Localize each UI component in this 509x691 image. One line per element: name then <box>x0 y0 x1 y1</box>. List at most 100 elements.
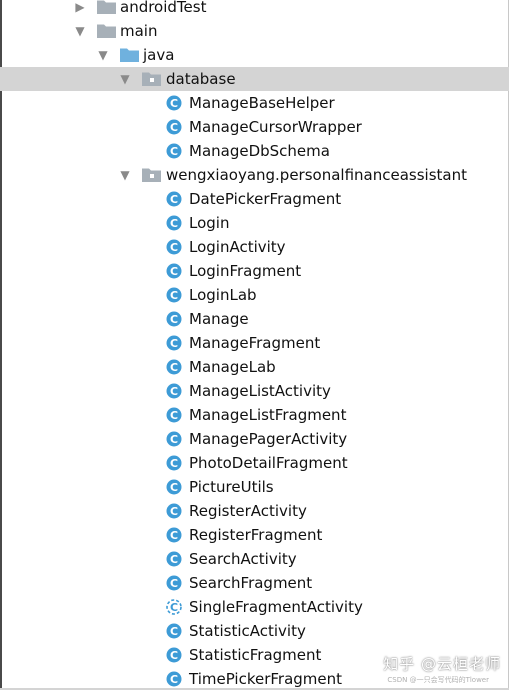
svg-text:C: C <box>170 481 178 494</box>
chevron-down-icon[interactable]: ▼ <box>118 167 132 183</box>
java-class-icon: C <box>166 287 182 303</box>
tree-item-class[interactable]: C PhotoDetailFragment <box>0 451 509 475</box>
svg-text:C: C <box>170 385 178 398</box>
tree-item-label: Manage <box>189 310 249 328</box>
package-icon <box>142 167 161 182</box>
tree-item-label: RegisterFragment <box>189 526 323 544</box>
java-class-icon: C <box>166 335 182 351</box>
tree-item-class[interactable]: C ManageListActivity <box>0 379 509 403</box>
svg-text:C: C <box>170 217 178 230</box>
tree-item-label: TimePickerFragment <box>189 670 343 688</box>
svg-text:C: C <box>170 601 178 614</box>
tree-item-class[interactable]: C RegisterFragment <box>0 523 509 547</box>
tree-item-label: StatisticActivity <box>189 622 306 640</box>
tree-item-class[interactable]: C SearchFragment <box>0 571 509 595</box>
java-class-icon: C <box>166 383 182 399</box>
watermark: 知乎 @云桓老师 <box>383 655 501 673</box>
tree-item-class[interactable]: C ManageLab <box>0 355 509 379</box>
svg-text:C: C <box>170 673 178 686</box>
project-tree[interactable]: ▶ androidTest ▼ main ▼ java ▼ database C ManageBa… <box>0 0 509 691</box>
package-icon <box>142 71 161 86</box>
svg-text:C: C <box>170 121 178 134</box>
tree-item-class[interactable]: C SearchActivity <box>0 547 509 571</box>
svg-text:C: C <box>170 265 178 278</box>
java-class-icon: C <box>166 455 182 471</box>
svg-text:C: C <box>170 433 178 446</box>
tree-item-class[interactable]: C ManagePagerActivity <box>0 427 509 451</box>
java-class-icon: C <box>166 191 182 207</box>
java-class-icon: C <box>166 215 182 231</box>
svg-text:C: C <box>170 313 178 326</box>
tree-item-label: LoginActivity <box>189 238 286 256</box>
chevron-down-icon[interactable]: ▼ <box>118 71 132 87</box>
tree-item-class[interactable]: C RegisterActivity <box>0 499 509 523</box>
tree-item-label: ManageLab <box>189 358 276 376</box>
svg-text:C: C <box>170 145 178 158</box>
svg-text:C: C <box>170 361 178 374</box>
tree-item-class[interactable]: C ManageDbSchema <box>0 139 509 163</box>
tree-item-label: androidTest <box>120 0 207 16</box>
java-class-icon: C <box>166 527 182 543</box>
tree-item-label: Login <box>189 214 230 232</box>
tree-item-class[interactable]: C SingleFragmentActivity <box>0 595 509 619</box>
svg-text:C: C <box>170 289 178 302</box>
tree-item-class[interactable]: C Login <box>0 211 509 235</box>
tree-item-package[interactable]: ▼ wengxiaoyang.personalfinanceassistant <box>0 163 509 187</box>
tree-item-class[interactable]: C DatePickerFragment <box>0 187 509 211</box>
svg-text:C: C <box>170 241 178 254</box>
svg-text:C: C <box>170 97 178 110</box>
tree-item-source-folder[interactable]: ▼ java <box>0 43 509 67</box>
java-class-icon: C <box>166 671 182 687</box>
svg-text:C: C <box>170 577 178 590</box>
svg-text:C: C <box>170 409 178 422</box>
java-class-icon: C <box>166 431 182 447</box>
tree-item-package[interactable]: ▼ database <box>0 67 509 91</box>
tree-item-class[interactable]: C LoginActivity <box>0 235 509 259</box>
java-class-icon: C <box>166 359 182 375</box>
java-class-icon: C <box>166 311 182 327</box>
tree-item-label: SingleFragmentActivity <box>189 598 363 616</box>
chevron-down-icon[interactable]: ▼ <box>96 47 110 63</box>
watermark-small: CSDN @一只会写代码的Tlower <box>387 676 489 684</box>
java-class-icon: C <box>166 119 182 135</box>
tree-item-label: ManageDbSchema <box>189 142 330 160</box>
tree-item-label: SearchFragment <box>189 574 313 592</box>
tree-item-class[interactable]: C ManageCursorWrapper <box>0 115 509 139</box>
tree-item-class[interactable]: C ManageFragment <box>0 331 509 355</box>
java-class-icon: C <box>166 407 182 423</box>
folder-icon <box>97 0 116 14</box>
tree-item-class[interactable]: C Manage <box>0 307 509 331</box>
tree-item-label: ManageBaseHelper <box>189 94 335 112</box>
tree-item-label: ManagePagerActivity <box>189 430 348 448</box>
tree-item-label: ManageCursorWrapper <box>189 118 362 136</box>
tree-item-class[interactable]: C PictureUtils <box>0 475 509 499</box>
tree-item-class[interactable]: C LoginFragment <box>0 259 509 283</box>
tree-item-class[interactable]: C StatisticActivity <box>0 619 509 643</box>
tree-item-class[interactable]: C LoginLab <box>0 283 509 307</box>
svg-text:C: C <box>170 625 178 638</box>
java-abstract-class-icon: C <box>166 599 182 615</box>
java-class-icon: C <box>166 143 182 159</box>
svg-text:C: C <box>170 505 178 518</box>
folder-icon <box>97 23 116 38</box>
tree-item-class[interactable]: C ManageListFragment <box>0 403 509 427</box>
svg-text:C: C <box>170 337 178 350</box>
tree-item-label: LoginLab <box>189 286 257 304</box>
tree-item-folder[interactable]: ▼ main <box>0 19 509 43</box>
svg-text:C: C <box>170 553 178 566</box>
tree-item-label: ManageFragment <box>189 334 321 352</box>
tree-item-label: SearchActivity <box>189 550 297 568</box>
tree-item-label: PictureUtils <box>189 478 274 496</box>
java-class-icon: C <box>166 479 182 495</box>
tree-item-label: LoginFragment <box>189 262 302 280</box>
chevron-down-icon[interactable]: ▼ <box>73 23 87 39</box>
tree-item-folder[interactable]: ▶ androidTest <box>0 0 509 19</box>
chevron-right-icon[interactable]: ▶ <box>73 0 87 15</box>
tree-item-label: DatePickerFragment <box>189 190 342 208</box>
svg-text:C: C <box>170 193 178 206</box>
tree-item-label: java <box>143 46 175 64</box>
svg-text:C: C <box>170 529 178 542</box>
tree-item-class[interactable]: C ManageBaseHelper <box>0 91 509 115</box>
tree-item-label: main <box>120 22 158 40</box>
tree-item-label: ManageListActivity <box>189 382 331 400</box>
